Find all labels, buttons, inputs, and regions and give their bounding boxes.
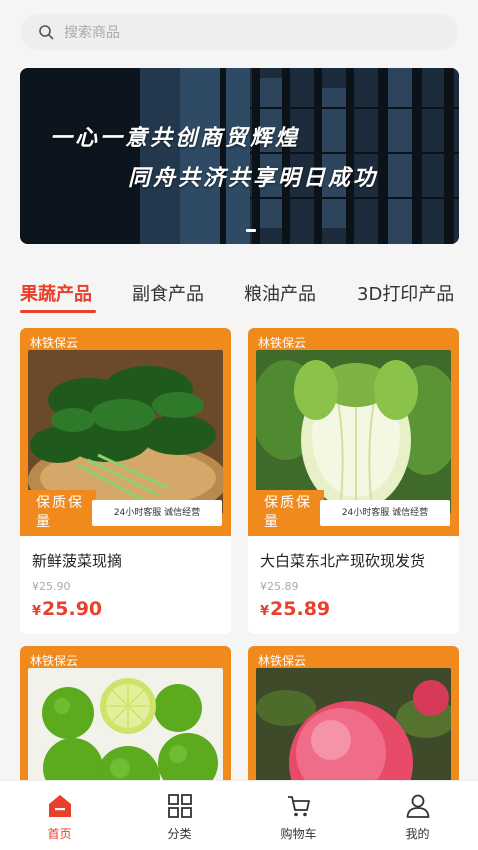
tab-grain-oil[interactable]: 粮油产品 — [244, 280, 316, 306]
building-background — [20, 68, 459, 244]
nav-cart[interactable]: 购物车 — [239, 781, 358, 850]
cart-icon — [288, 796, 310, 817]
promo-banner[interactable]: 一心一意共创商贸辉煌 同舟共济共享明日成功 — [20, 68, 459, 244]
store-tag: 林铁保云 — [30, 336, 79, 350]
product-card[interactable]: 林铁保云 — [20, 646, 231, 786]
nav-cart-label: 购物车 — [280, 827, 317, 841]
nav-category-label: 分类 — [167, 827, 192, 841]
product-image-frame: 林铁保云 — [248, 328, 459, 536]
banner-slogan-1: 一心一意共创商贸辉煌 — [50, 126, 301, 151]
user-icon — [406, 794, 430, 818]
product-name: 大白菜东北产现砍现发货 — [260, 552, 426, 570]
nav-category[interactable]: 分类 — [120, 781, 239, 850]
search-icon — [39, 25, 54, 40]
search-placeholder: 搜索商品 — [64, 25, 120, 41]
current-price: ¥25.90 — [32, 598, 102, 620]
quality-badge: 保质保量 — [248, 490, 324, 536]
product-image-apple — [256, 668, 451, 786]
search-bar[interactable]: 搜索商品 — [20, 14, 458, 50]
banner-indicator[interactable] — [246, 229, 256, 232]
home-icon — [49, 795, 71, 817]
original-price: ¥25.90 — [32, 580, 71, 593]
quality-badge-strip: 保质保量 24小时客服 诚信经营 — [248, 490, 459, 536]
nav-home-label: 首页 — [47, 827, 72, 841]
store-tag: 林铁保云 — [258, 654, 307, 668]
search-header: 搜索商品 — [0, 0, 478, 64]
nav-mine[interactable]: 我的 — [358, 781, 477, 850]
currency-symbol: ¥ — [32, 604, 42, 619]
current-price: ¥25.89 — [260, 598, 330, 620]
product-card[interactable]: 林铁保云 — [248, 646, 459, 786]
product-card[interactable]: 林铁保云 — [20, 328, 231, 634]
nav-home[interactable]: 首页 — [0, 781, 119, 850]
product-image-frame: 林铁保云 — [248, 646, 459, 786]
nav-mine-label: 我的 — [405, 827, 430, 841]
price-value: 25.89 — [270, 598, 331, 620]
tab-non-staple-food[interactable]: 副食产品 — [132, 280, 204, 306]
service-badge: 24小时客服 诚信经营 — [92, 500, 222, 526]
tab-3d-print[interactable]: 3D打印产品 — [357, 280, 454, 306]
active-tab-underline — [20, 310, 96, 313]
service-badge: 24小时客服 诚信经营 — [320, 500, 450, 526]
app-page: 搜索商品 一心一意共创商贸辉煌 同舟共济共享明日成功 果蔬产品 副食产品 粮油产… — [0, 0, 478, 850]
product-image-frame: 林铁保云 — [20, 328, 231, 536]
quality-badge: 保质保量 — [20, 490, 96, 536]
quality-badge-strip: 保质保量 24小时客服 诚信经营 — [20, 490, 231, 536]
product-image-limes — [28, 668, 223, 786]
product-name: 新鲜菠菜现摘 — [32, 552, 123, 570]
store-tag: 林铁保云 — [258, 336, 307, 350]
banner-slogan-2: 同舟共济共享明日成功 — [128, 166, 379, 191]
price-value: 25.90 — [42, 598, 103, 620]
grid-icon — [168, 794, 192, 818]
original-price: ¥25.89 — [260, 580, 299, 593]
store-tag: 林铁保云 — [30, 654, 79, 668]
category-tabs: 果蔬产品 副食产品 粮油产品 3D打印产品 — [20, 276, 460, 316]
currency-symbol: ¥ — [260, 604, 270, 619]
product-card[interactable]: 林铁保云 — [248, 328, 459, 634]
product-image-frame: 林铁保云 — [20, 646, 231, 786]
bottom-nav: 首页 分类 购物车 我的 — [0, 780, 478, 850]
tab-fruit-vegetables[interactable]: 果蔬产品 — [20, 280, 92, 306]
